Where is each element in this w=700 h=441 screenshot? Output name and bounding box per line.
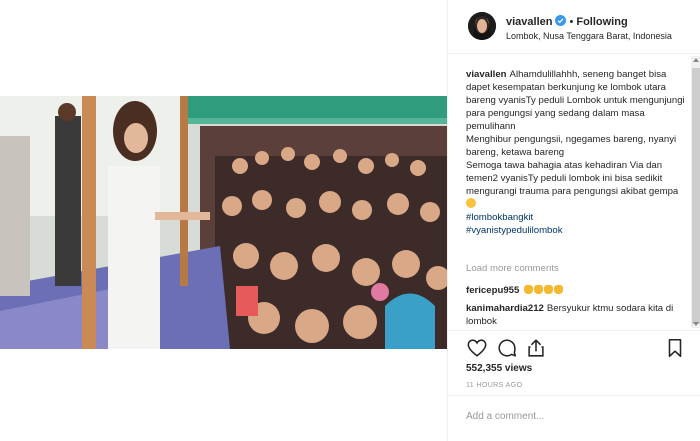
bookmark-icon — [668, 338, 682, 358]
heart-icon — [467, 339, 487, 357]
verified-badge-icon — [555, 15, 567, 26]
comment-button[interactable] — [496, 337, 518, 359]
post-video[interactable] — [0, 96, 447, 349]
header-user-line: viavallen • Following — [506, 15, 628, 28]
comment-item: kanimahardia212 Bersyukur ktmu sodara kit… — [466, 302, 688, 328]
caption-username[interactable]: viavallen — [466, 69, 507, 80]
scroll-down-arrow-icon[interactable] — [693, 322, 699, 326]
add-comment-input[interactable] — [466, 406, 684, 426]
post-location[interactable]: Lombok, Nusa Tenggara Barat, Indonesia — [506, 31, 672, 41]
instagram-post: viavallen • Following Lombok, Nusa Tenggar… — [0, 0, 700, 441]
comment-username[interactable]: kanimahardia212 — [466, 303, 544, 314]
clapping-hands-emoji-icon — [524, 284, 564, 297]
smiling-face-emoji-icon — [466, 198, 476, 208]
comment-username[interactable]: fericepu955 — [466, 285, 519, 296]
video-frame-image — [0, 96, 447, 349]
caption-paragraph-1: viavallen Alhamdulillahhh, seneng banget … — [466, 68, 688, 133]
separator-dot: • — [569, 16, 574, 28]
post-author-username[interactable]: viavallen — [506, 16, 552, 28]
scroll-up-arrow-icon[interactable] — [693, 58, 699, 62]
comments-area: viavallen Alhamdulillahhh, seneng banget … — [448, 54, 700, 330]
scrollbar-thumb[interactable] — [692, 68, 700, 324]
comment-item: fericepu955 — [466, 284, 688, 297]
post-timestamp[interactable]: 11 HOURS AGO — [466, 382, 522, 389]
share-icon — [528, 339, 544, 357]
caption-line-3: Semoga tawa bahagia atas kehadiran Via d… — [466, 160, 679, 197]
share-button[interactable] — [525, 337, 547, 359]
load-more-comments-button[interactable]: Load more comments — [466, 263, 559, 274]
caption-line-2: Menghibur pengungsii, ngegames bareng, n… — [466, 134, 677, 158]
avatar-image — [468, 12, 496, 40]
post-caption: viavallen Alhamdulillahhh, seneng banget … — [466, 68, 688, 237]
comment-icon — [498, 339, 517, 357]
save-button[interactable] — [664, 337, 686, 359]
hashtag-link[interactable]: #lombokbangkit — [466, 211, 688, 224]
post-header: viavallen • Following Lombok, Nusa Tenggar… — [448, 0, 700, 54]
view-count[interactable]: 552,355 views — [466, 363, 532, 374]
hashtag-link[interactable]: #vyanistypedulilombok — [466, 224, 688, 237]
post-sidebar: viavallen • Following Lombok, Nusa Tenggar… — [447, 0, 700, 441]
like-button[interactable] — [466, 337, 488, 359]
avatar[interactable] — [468, 12, 496, 40]
add-comment-section — [448, 395, 700, 441]
caption-paragraph-3: Semoga tawa bahagia atas kehadiran Via d… — [466, 159, 688, 211]
comments-scrollbar[interactable] — [691, 56, 700, 328]
follow-status-button[interactable]: Following — [576, 16, 627, 28]
